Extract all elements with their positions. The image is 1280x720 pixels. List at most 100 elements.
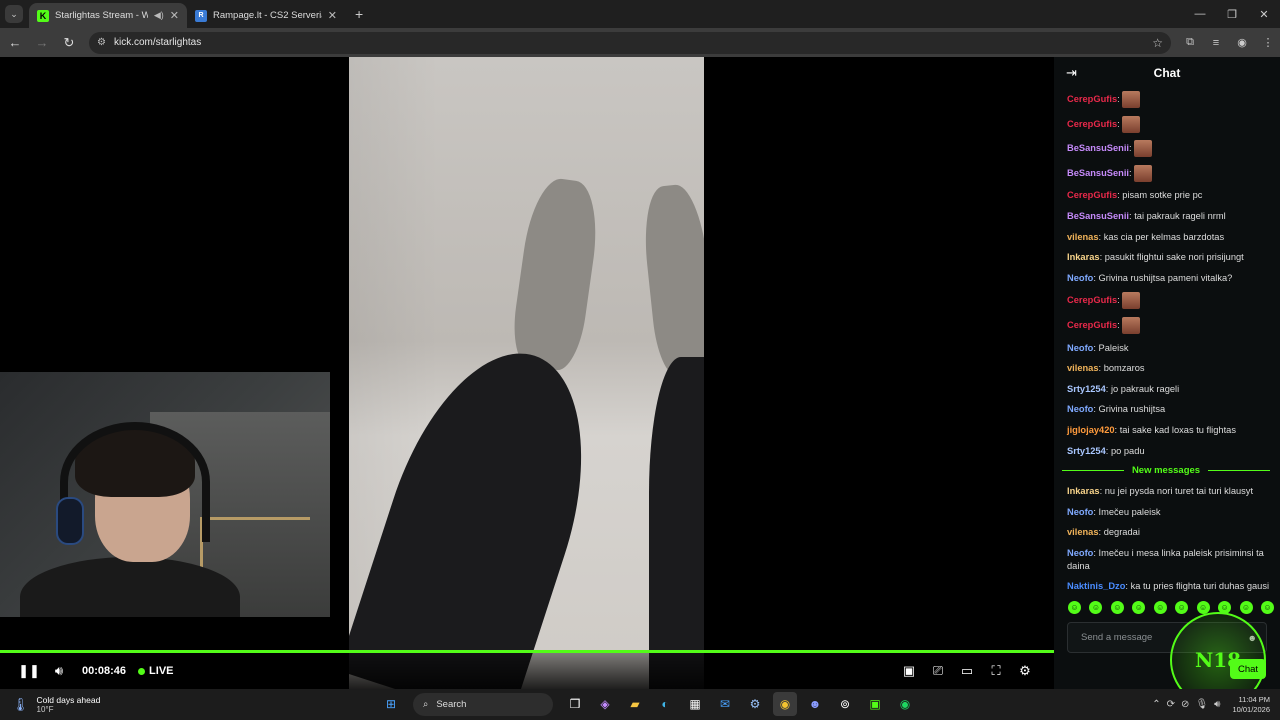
store-icon[interactable]: ▦ <box>683 692 707 716</box>
chat-message-text: po padu <box>1110 445 1145 456</box>
chat-message-list[interactable]: CerepGufis: CerepGufis: BeSansuSenii: Be… <box>1054 91 1280 591</box>
sync-icon[interactable]: ⟳ <box>1167 699 1175 710</box>
url-text: kick.com/starlightas <box>113 37 202 48</box>
restore-icon[interactable]: ❐ <box>1216 0 1248 28</box>
menu-kebab-icon[interactable]: ⋮ <box>1257 32 1279 54</box>
send-chat-button[interactable]: Chat <box>1230 659 1266 679</box>
pip-icon[interactable]: ▣ <box>898 660 920 682</box>
windows-start-icon[interactable]: ⊞ <box>379 692 403 716</box>
tab-search-button[interactable]: ⌄ <box>5 5 23 23</box>
spotify-icon[interactable]: ◉ <box>893 692 917 716</box>
minimize-icon[interactable]: — <box>1184 0 1216 28</box>
chat-username[interactable]: vilenas <box>1067 363 1099 373</box>
profile-icon[interactable]: ◉ <box>1231 32 1253 54</box>
theater-mode-icon[interactable]: ▭ <box>956 660 978 682</box>
fullscreen-icon[interactable]: ⛶ <box>985 660 1007 682</box>
chat-username[interactable]: Neofo <box>1067 273 1093 283</box>
chat-username[interactable]: Srty1254 <box>1067 384 1106 394</box>
chat-username[interactable]: Naktinis_Dzo <box>1067 581 1125 591</box>
chat-username[interactable]: Srty1254 <box>1067 446 1106 456</box>
chat-username[interactable]: CerepGufis <box>1067 320 1117 330</box>
streamer-webcam <box>0 372 330 617</box>
taskbar-search[interactable]: ⌕ Search <box>413 692 553 716</box>
taskbar-apps: ⊞ ⌕ Search ❒ ◈ ▰ ◐ ▦ ✉ ⚙ ◉ ☻ ⊚ ▣ ◉ <box>379 692 917 716</box>
media-control-icon[interactable]: ≡ <box>1205 32 1227 54</box>
extensions-icon[interactable]: ⧉ <box>1179 32 1201 54</box>
chevron-up-icon[interactable]: ⌃ <box>1152 699 1160 710</box>
new-tab-button[interactable]: + <box>355 6 363 22</box>
kick-app-icon[interactable]: ▣ <box>863 692 887 716</box>
chat-username[interactable]: BeSansuSenii <box>1067 168 1129 178</box>
site-info-icon[interactable]: ⚙ <box>97 37 106 48</box>
reload-icon[interactable]: ↻ <box>57 31 81 55</box>
chat-username[interactable]: CerepGufis <box>1067 119 1117 129</box>
emote-icon[interactable]: ☺ <box>1110 601 1124 614</box>
close-window-icon[interactable]: ✕ <box>1248 0 1280 28</box>
back-arrow-icon[interactable]: ← <box>3 31 27 55</box>
chat-message: Naktinis_Dzo: ka tu pries flighta turi d… <box>1067 580 1270 591</box>
send-chat-label: Chat <box>1237 663 1259 675</box>
edge-icon[interactable]: ◐ <box>653 692 677 716</box>
headset-earcup <box>56 497 84 545</box>
emote-icon[interactable]: ☺ <box>1132 601 1146 614</box>
speaker-icon[interactable]: 🔊︎ <box>1214 699 1220 710</box>
kick-favicon-icon: K <box>37 9 49 22</box>
right-sock <box>639 182 704 378</box>
emote-icon[interactable]: ☺ <box>1089 601 1103 614</box>
chat-username[interactable]: Inkaras <box>1067 252 1100 262</box>
chat-username[interactable]: Neofo <box>1067 343 1093 353</box>
chat-message: CerepGufis: <box>1067 91 1270 108</box>
chat-username[interactable]: vilenas <box>1067 232 1099 242</box>
close-tab-icon[interactable]: ✕ <box>170 9 179 22</box>
chat-username[interactable]: BeSansuSenii <box>1067 211 1129 221</box>
emote-icon[interactable]: ☺ <box>1153 601 1167 614</box>
live-label: LIVE <box>149 665 174 677</box>
close-tab-icon[interactable]: ✕ <box>328 9 337 22</box>
chat-username[interactable]: vilenas <box>1067 527 1099 537</box>
forward-arrow-icon[interactable]: → <box>30 31 54 55</box>
chat-message-text: degradai <box>1103 527 1140 538</box>
chat-username[interactable]: jiglojay420 <box>1067 425 1115 435</box>
video-player[interactable]: ❚❚ 🔊︎ 00:08:46 LIVE ▣ ⎚ ▭ ⛶ ⚙ <box>0 57 1054 689</box>
collapse-chat-icon[interactable]: ⇥ <box>1066 65 1077 81</box>
emote-icon[interactable]: ☺ <box>1175 601 1189 614</box>
live-indicator[interactable]: LIVE <box>138 665 174 677</box>
chat-username[interactable]: CerepGufis <box>1067 295 1117 305</box>
emote-icon[interactable]: ☺ <box>1239 601 1253 614</box>
copilot-icon[interactable]: ◈ <box>593 692 617 716</box>
clip-icon[interactable]: ⎚ <box>927 660 949 682</box>
chat-username[interactable]: CerepGufis <box>1067 94 1117 104</box>
address-bar[interactable]: ⚙ kick.com/starlightas ☆ <box>89 31 1171 54</box>
app-icon[interactable]: ⊚ <box>833 692 857 716</box>
chat-username[interactable]: CerepGufis <box>1067 190 1117 200</box>
microphone-icon[interactable]: 🎙︎ <box>1195 699 1208 710</box>
settings-gear-icon[interactable]: ⚙ <box>1014 660 1036 682</box>
file-explorer-icon[interactable]: ▰ <box>623 692 647 716</box>
volume-icon[interactable]: 🔊︎ <box>48 660 70 682</box>
steam-icon[interactable]: ⚙ <box>743 692 767 716</box>
stream-video-frame <box>349 57 704 689</box>
audio-playing-icon[interactable]: ◀) <box>154 10 164 21</box>
chat-username[interactable]: Neofo <box>1067 404 1093 414</box>
pause-icon[interactable]: ❚❚ <box>18 660 40 682</box>
live-dot-icon <box>138 667 146 675</box>
discord-icon[interactable]: ☻ <box>803 692 827 716</box>
tab-starlightas[interactable]: K Starlightas Stream - Watch ◀) ✕ <box>29 3 187 28</box>
chat-username[interactable]: Neofo <box>1067 507 1093 517</box>
mail-icon[interactable]: ✉ <box>713 692 737 716</box>
chrome-icon[interactable]: ◉ <box>773 692 797 716</box>
tab-rampage[interactable]: R Rampage.lt - CS2 Serveriai ✕ <box>187 3 345 28</box>
emote-icon[interactable]: ☺ <box>1068 601 1081 614</box>
chat-username[interactable]: BeSansuSenii <box>1067 143 1129 153</box>
taskbar-clock[interactable]: 11:04 PM 10/01/2026 <box>1232 695 1270 715</box>
chat-username[interactable]: Neofo <box>1067 548 1093 558</box>
chat-emote-icon <box>1134 140 1153 158</box>
network-icon[interactable]: ⊘ <box>1181 699 1189 710</box>
task-view-icon[interactable]: ❒ <box>563 692 587 716</box>
chat-username[interactable]: Inkaras <box>1067 486 1100 496</box>
chat-message: Neofo: Grivina rushijtsa pameni vitalka? <box>1067 272 1270 285</box>
weather-widget[interactable]: 🌡︎ Cold days ahead 10°F <box>12 695 202 714</box>
emote-icon[interactable]: ☺ <box>1260 601 1274 614</box>
bookmark-star-icon[interactable]: ☆ <box>1152 36 1163 50</box>
player-controls: ❚❚ 🔊︎ 00:08:46 LIVE ▣ ⎚ ▭ ⛶ ⚙ <box>0 653 1054 689</box>
